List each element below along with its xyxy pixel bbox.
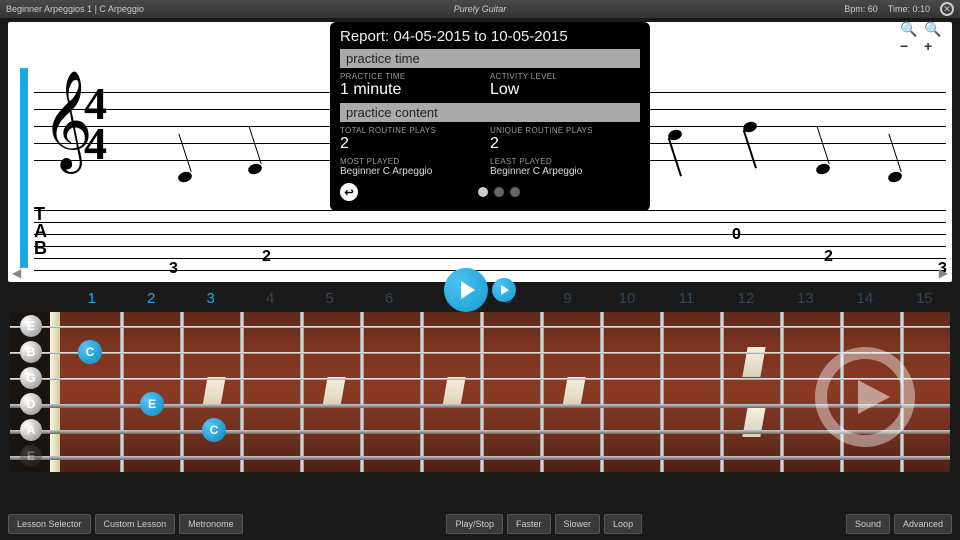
open-string-g: G xyxy=(20,367,42,389)
report-popup: Report: 04-05-2015 to 10-05-2015 practic… xyxy=(330,22,650,211)
open-string-e-high: E xyxy=(20,315,42,337)
activity-level-value: Low xyxy=(490,81,640,99)
play-button[interactable] xyxy=(444,268,488,312)
replay-overlay-icon[interactable] xyxy=(810,342,920,452)
top-bar: Beginner Arpeggios 1 | C Arpeggio Purely… xyxy=(0,0,960,18)
activity-level-label: ACTIVITY LEVEL xyxy=(490,72,640,81)
play-stop-button[interactable]: Play/Stop xyxy=(446,514,503,534)
section-practice-content: practice content xyxy=(340,103,640,122)
play-controls xyxy=(444,268,516,312)
total-plays-label: TOTAL ROUTINE PLAYS xyxy=(340,126,490,135)
unique-plays-value: 2 xyxy=(490,135,640,153)
fretboard-note-e[interactable]: E xyxy=(140,392,164,416)
metronome-button[interactable]: Metronome xyxy=(179,514,243,534)
faster-button[interactable]: Faster xyxy=(507,514,551,534)
loop-button[interactable]: Loop xyxy=(604,514,642,534)
fret-num: 2 xyxy=(121,290,180,307)
sound-button[interactable]: Sound xyxy=(846,514,890,534)
unique-plays-label: UNIQUE ROUTINE PLAYS xyxy=(490,126,640,135)
playhead-bar xyxy=(20,68,28,268)
brand-logo: Purely Guitar xyxy=(454,4,507,14)
tab-number: 2 xyxy=(824,248,833,266)
tab-label: TAB xyxy=(34,206,45,257)
least-played-value: Beginner C Arpeggio xyxy=(490,166,640,177)
bottom-toolbar: Lesson Selector Custom Lesson Metronome … xyxy=(8,514,952,534)
fretboard-note-c[interactable]: C xyxy=(78,340,102,364)
nav-prev-icon[interactable]: ◀ xyxy=(12,266,21,280)
bpm-label: Bpm: 60 xyxy=(844,4,878,14)
advanced-button[interactable]: Advanced xyxy=(894,514,952,534)
tab-number: 2 xyxy=(262,248,271,266)
dot-1[interactable] xyxy=(478,187,488,197)
practice-time-value: 1 minute xyxy=(340,81,490,99)
lesson-selector-button[interactable]: Lesson Selector xyxy=(8,514,91,534)
total-plays-value: 2 xyxy=(340,135,490,153)
open-string-b: B xyxy=(20,341,42,363)
nut xyxy=(50,312,60,472)
zoom-out-button[interactable]: 🔍− xyxy=(900,28,918,46)
dot-3[interactable] xyxy=(510,187,520,197)
fret-num: 15 xyxy=(895,290,954,307)
fret-num: 3 xyxy=(181,290,240,307)
tab-number: 0 xyxy=(732,226,741,244)
fret-num: 11 xyxy=(657,290,716,307)
nav-next-icon[interactable]: ▶ xyxy=(939,266,948,280)
zoom-in-button[interactable]: 🔍+ xyxy=(924,28,942,46)
fret-num: 10 xyxy=(597,290,656,307)
report-title: Report: 04-05-2015 to 10-05-2015 xyxy=(340,28,640,45)
fret-num: 5 xyxy=(300,290,359,307)
lesson-title: Beginner Arpeggios 1 | C Arpeggio xyxy=(6,4,144,14)
fret-num: 9 xyxy=(538,290,597,307)
play-segment-button[interactable] xyxy=(492,278,516,302)
fret-num: 14 xyxy=(835,290,894,307)
open-string-d: D xyxy=(20,393,42,415)
practice-time-label: PRACTICE TIME xyxy=(340,72,490,81)
time-label: Time: 0:10 xyxy=(888,4,930,14)
fret-num: 1 xyxy=(62,290,121,307)
most-played-label: MOST PLAYED xyxy=(340,157,490,166)
report-back-button[interactable]: ↩ xyxy=(340,183,358,201)
most-played-value: Beginner C Arpeggio xyxy=(340,166,490,177)
close-button[interactable]: ✕ xyxy=(940,2,954,16)
page-dots[interactable] xyxy=(478,187,520,197)
fret-num: 12 xyxy=(716,290,775,307)
fret-num: 6 xyxy=(359,290,418,307)
dot-2[interactable] xyxy=(494,187,504,197)
open-string-e-low: E xyxy=(20,445,42,467)
fretboard-note-c2[interactable]: C xyxy=(202,418,226,442)
open-string-a: A xyxy=(20,419,42,441)
fretboard[interactable]: E B G D A E C E C xyxy=(10,312,950,472)
slower-button[interactable]: Slower xyxy=(555,514,601,534)
fret-num: 13 xyxy=(776,290,835,307)
fret-num: 4 xyxy=(240,290,299,307)
custom-lesson-button[interactable]: Custom Lesson xyxy=(95,514,176,534)
section-practice-time: practice time xyxy=(340,49,640,68)
tab-number: 3 xyxy=(169,260,178,278)
least-played-label: LEAST PLAYED xyxy=(490,157,640,166)
